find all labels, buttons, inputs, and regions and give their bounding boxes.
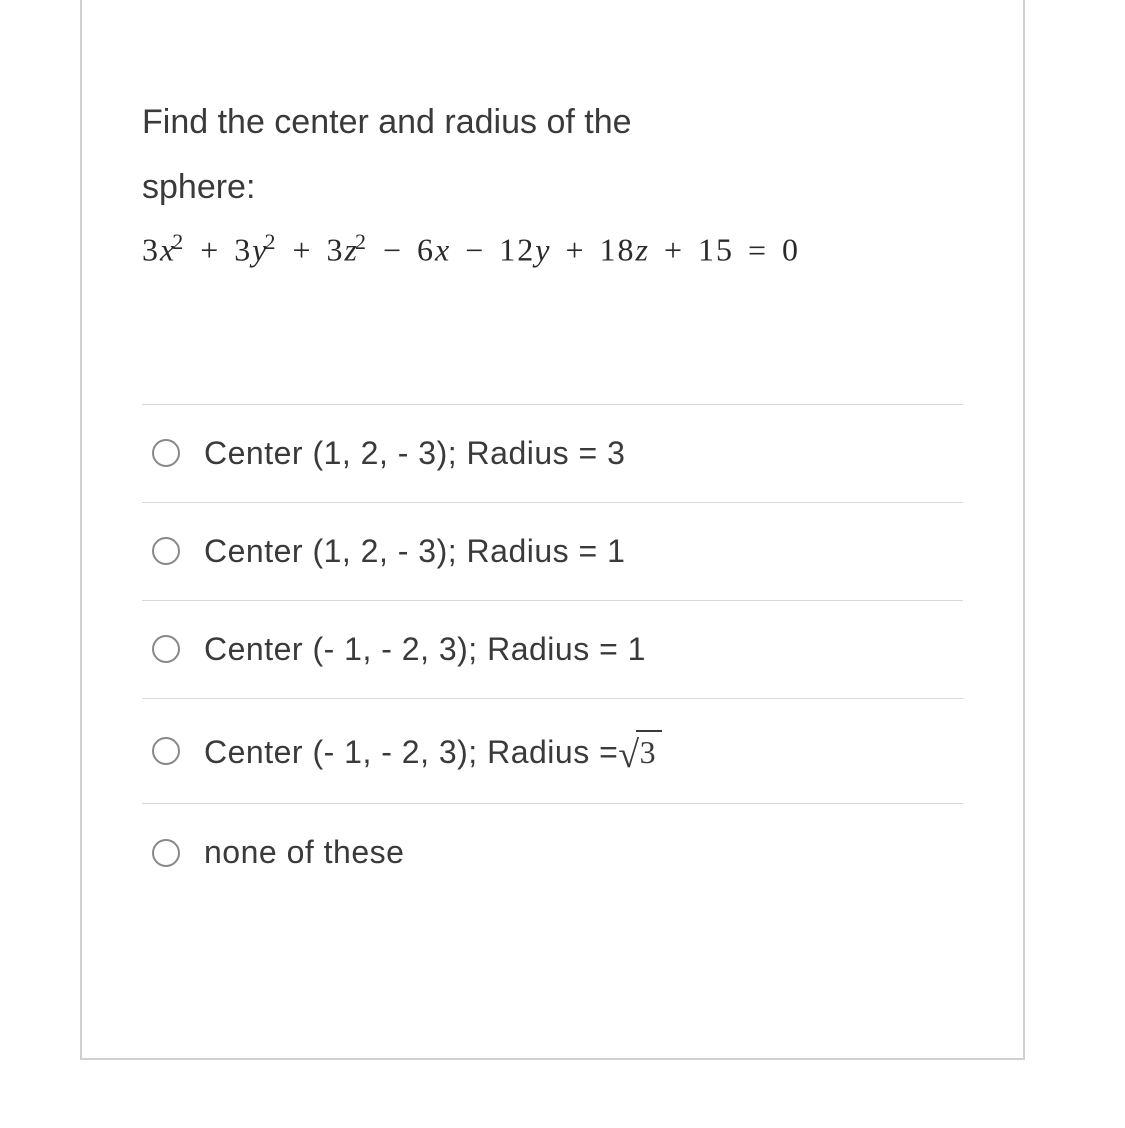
radio-icon[interactable]: [152, 737, 180, 765]
question-equation: 3x2 + 3y2 + 3z2 − 6x − 12y + 18z + 15 = …: [142, 229, 963, 269]
option-3[interactable]: Center (- 1, - 2, 3); Radius = 1: [142, 601, 963, 699]
option-label: Center (- 1, - 2, 3); Radius =√3: [204, 729, 662, 774]
sqrt-expression: √3: [618, 729, 662, 774]
question-prompt: Find the center and radius of the sphere…: [142, 90, 963, 219]
option-label: Center (1, 2, - 3); Radius = 1: [204, 533, 625, 570]
radio-icon[interactable]: [152, 839, 180, 867]
radio-icon[interactable]: [152, 537, 180, 565]
option-5[interactable]: none of these: [142, 804, 963, 901]
radio-icon[interactable]: [152, 635, 180, 663]
option-label: none of these: [204, 834, 404, 871]
option-label-prefix: Center (- 1, - 2, 3); Radius =: [204, 734, 618, 770]
option-4[interactable]: Center (- 1, - 2, 3); Radius =√3: [142, 699, 963, 805]
prompt-line-1: Find the center and radius of the: [142, 103, 632, 141]
quiz-card: Find the center and radius of the sphere…: [80, 0, 1025, 1060]
options-list: Center (1, 2, - 3); Radius = 3 Center (1…: [142, 404, 963, 902]
option-label: Center (- 1, - 2, 3); Radius = 1: [204, 631, 646, 668]
option-2[interactable]: Center (1, 2, - 3); Radius = 1: [142, 503, 963, 601]
option-label: Center (1, 2, - 3); Radius = 3: [204, 435, 625, 472]
prompt-line-2: sphere:: [142, 168, 255, 206]
radio-icon[interactable]: [152, 439, 180, 467]
sqrt-icon: √: [618, 733, 639, 777]
option-1[interactable]: Center (1, 2, - 3); Radius = 3: [142, 405, 963, 503]
